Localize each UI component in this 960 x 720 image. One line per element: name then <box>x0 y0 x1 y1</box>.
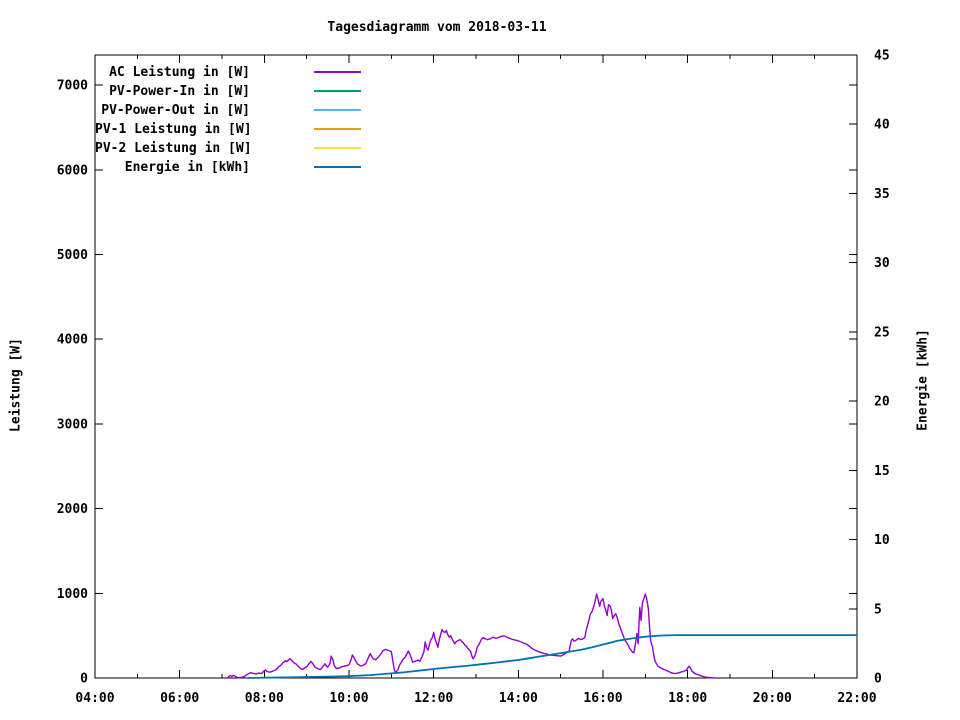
y-left-tick-label: 5000 <box>57 248 88 263</box>
legend-label: PV-Power-Out in [W] <box>101 102 250 118</box>
y-left-tick-label: 0 <box>80 672 88 687</box>
legend-item: PV-1 Leistung in [W] <box>95 121 361 137</box>
legend-item: PV-2 Leistung in [W] <box>95 140 361 156</box>
y-left-tick-label: 2000 <box>57 502 88 517</box>
y-right-tick-label: 25 <box>874 325 890 340</box>
legend-label: PV-2 Leistung in [W] <box>95 140 252 156</box>
x-tick-label: 10:00 <box>329 691 368 706</box>
y-right-tick-label: 30 <box>874 256 890 271</box>
x-tick-label: 16:00 <box>583 691 622 706</box>
legend-line-sample <box>314 166 361 168</box>
legend-item: Energie in [kWh] <box>95 159 361 175</box>
x-tick-label: 20:00 <box>753 691 792 706</box>
x-tick-label: 22:00 <box>837 691 876 706</box>
legend-item: AC Leistung in [W] <box>95 64 361 80</box>
y-right-tick-label: 10 <box>874 533 890 548</box>
y-right-tick-label: 35 <box>874 187 890 202</box>
y-left-tick-label: 4000 <box>57 333 88 348</box>
y-left-tick-label: 7000 <box>57 79 88 94</box>
y-right-tick-label: 0 <box>874 672 882 687</box>
legend-line-sample <box>314 90 361 92</box>
y-right-tick-label: 40 <box>874 118 890 133</box>
legend-line-sample <box>314 109 361 111</box>
x-tick-label: 14:00 <box>499 691 538 706</box>
series-line-energie-in-kwh <box>246 634 858 679</box>
y-left-tick-label: 1000 <box>57 587 88 602</box>
legend-line-sample <box>314 128 361 130</box>
x-tick-label: 12:00 <box>414 691 453 706</box>
y-left-tick-label: 3000 <box>57 417 88 432</box>
y-left-tick-label: 6000 <box>57 163 88 178</box>
y-right-tick-label: 20 <box>874 395 890 410</box>
legend-line-sample <box>314 71 361 73</box>
legend-item: PV-Power-Out in [W] <box>95 102 361 118</box>
x-tick-label: 18:00 <box>668 691 707 706</box>
x-tick-label: 08:00 <box>245 691 284 706</box>
legend-label: PV-Power-In in [W] <box>109 83 250 99</box>
y-right-tick-label: 5 <box>874 602 882 617</box>
legend-label: AC Leistung in [W] <box>109 64 250 80</box>
x-tick-label: 04:00 <box>75 691 114 706</box>
y-right-tick-label: 45 <box>874 49 890 64</box>
legend-item: PV-Power-In in [W] <box>95 83 361 99</box>
legend-label: Energie in [kWh] <box>124 159 250 175</box>
legend-label: PV-1 Leistung in [W] <box>95 121 252 137</box>
y-right-tick-label: 15 <box>874 464 890 479</box>
legend-line-sample <box>314 147 361 149</box>
x-tick-label: 06:00 <box>160 691 199 706</box>
chart-canvas: Tagesdiagramm vom 2018-03-11 Leistung [W… <box>0 0 960 720</box>
